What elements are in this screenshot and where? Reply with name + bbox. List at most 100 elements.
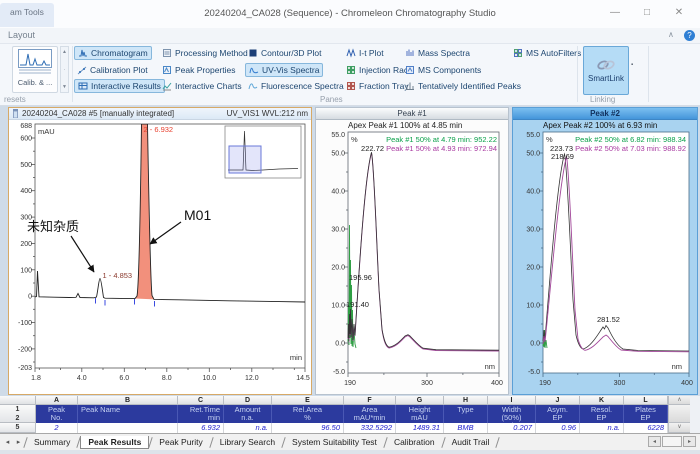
header-width-50[interactable]: Width (50%)min — [488, 405, 536, 423]
row-numbers-header[interactable]: 12 — [0, 405, 36, 423]
preset-spinner[interactable]: ▲ · ▼ — [60, 46, 69, 93]
peak2-panel[interactable]: Peak #2 Apex Peak #2 100% at 6.93 min 55… — [512, 107, 698, 395]
header-resol[interactable]: Resol.EP — [580, 405, 624, 423]
pane-button-ms-autofilters[interactable]: MS AutoFilters — [510, 46, 584, 60]
table-scroll-up-icon[interactable]: ∧ — [668, 396, 690, 405]
smartlink-chain-icon — [596, 58, 616, 72]
header-height[interactable]: HeightmAU — [396, 405, 444, 423]
col-letter[interactable]: I — [488, 396, 536, 405]
pane-button-tentatively-identified-peaks[interactable]: Tentatively Identified Peaks — [402, 79, 524, 93]
peak1-spectrum-plot[interactable]: Apex Peak #1 100% at 4.85 min 55.0 50.0 … — [316, 120, 508, 394]
cell-ret-time[interactable]: 6.932 — [178, 423, 224, 433]
cell-width-50[interactable]: 0.207 — [488, 423, 536, 433]
y-unit-label: mAU — [38, 127, 55, 136]
peak-results-table[interactable]: A B C D E F G H I J K L ∧ 12 PeakNo. Pea… — [0, 396, 690, 434]
spinner-down-icon[interactable]: ▼ — [62, 84, 67, 90]
cell-resol[interactable]: n.a. — [580, 423, 624, 433]
collapse-ribbon-icon[interactable]: ∧ — [668, 30, 674, 39]
corner-cell[interactable] — [0, 396, 36, 405]
menu-layout[interactable]: Layout — [8, 30, 35, 40]
row-number[interactable]: 5 — [0, 423, 36, 433]
tab-next-icon[interactable]: ▸ — [13, 437, 24, 448]
cell-height[interactable]: 1489.31 — [396, 423, 444, 433]
col-letter[interactable]: C — [178, 396, 224, 405]
peak2-spectrum-plot[interactable]: Apex Peak #2 100% at 6.93 min 55.0 50.0 … — [513, 120, 697, 394]
horizontal-scrollbar[interactable]: ◂ ▸ — [648, 436, 696, 447]
chromatogram-panel[interactable]: 20240204_CA028 #5 [manually integrated] … — [8, 107, 312, 395]
pane-button-processing-method[interactable]: Processing Method — [159, 46, 251, 60]
col-letter[interactable]: G — [396, 396, 444, 405]
help-icon[interactable]: ? — [684, 30, 695, 41]
preset-button-calibration[interactable]: Calib. & ... — [12, 46, 58, 93]
header-ret-time[interactable]: Ret.Timemin — [178, 405, 224, 423]
header-plates[interactable]: PlatesEP — [624, 405, 668, 423]
scrollbar-track[interactable] — [662, 436, 682, 447]
tab-prev-icon[interactable]: ◂ — [2, 437, 13, 448]
pane-button-it-plot[interactable]: I-t Plot — [343, 46, 387, 60]
scrollbar-right-icon[interactable]: ▸ — [683, 436, 696, 447]
scrollbar-left-icon[interactable]: ◂ — [648, 436, 661, 447]
col-letter[interactable]: A — [36, 396, 78, 405]
header-rel-area[interactable]: Rel.Area% — [272, 405, 344, 423]
table-scroll-track[interactable] — [668, 405, 690, 423]
tab-calibration[interactable]: Calibration — [387, 436, 442, 448]
cell-asym[interactable]: 0.96 — [536, 423, 580, 433]
col-letter[interactable]: D — [224, 396, 272, 405]
tab-system-suitability-test[interactable]: System Suitability Test — [285, 436, 384, 448]
spinner-up-icon[interactable]: ▲ — [62, 49, 67, 55]
peak2-panel-header[interactable]: Peak #2 — [513, 108, 697, 120]
col-letter[interactable]: J — [536, 396, 580, 405]
pane-button-peak-properties[interactable]: Peak Properties — [159, 63, 238, 77]
svg-text:1.8: 1.8 — [31, 375, 41, 382]
header-peak-name[interactable]: Peak Name — [78, 405, 178, 423]
pane-button-ms-components[interactable]: MS Components — [402, 63, 484, 77]
peak1-retention-label: 1 - 4.853 — [103, 271, 133, 280]
pane-button-mass-spectra[interactable]: Mass Spectra — [402, 46, 473, 60]
header-area[interactable]: AreamAU*min — [344, 405, 396, 423]
col-letter[interactable]: H — [444, 396, 488, 405]
pane-button-uv-vis-spectra[interactable]: UV-Vis Spectra — [245, 63, 323, 77]
peak1-panel-header[interactable]: Peak #1 — [316, 108, 508, 120]
smartlink-button[interactable]: SmartLink — [583, 46, 629, 95]
inset-zoom-region[interactable] — [229, 146, 261, 173]
peak1-panel[interactable]: Peak #1 Apex Peak #1 100% at 4.85 min 55… — [315, 107, 509, 395]
pane-button-chromatogram[interactable]: Chromatogram — [74, 46, 152, 60]
tab-peak-results[interactable]: Peak Results — [80, 436, 149, 449]
pane-button-fluorescence-spectra[interactable]: Fluorescence Spectra — [245, 79, 347, 93]
table-scroll-down-icon[interactable]: ∨ — [668, 423, 690, 433]
tab-library-search[interactable]: Library Search — [213, 436, 282, 448]
header-asym[interactable]: Asym.EP — [536, 405, 580, 423]
chromatogram-plot[interactable]: 688 600 500 400 300 200 100 0 -100 -200 … — [9, 120, 311, 394]
y-unit-label: % — [546, 135, 553, 144]
col-letter[interactable]: K — [580, 396, 624, 405]
header-amount[interactable]: Amountn.a. — [224, 405, 272, 423]
tab-audit-trail[interactable]: Audit Trail — [445, 436, 497, 448]
maximize-button[interactable]: □ — [636, 4, 658, 22]
cell-peak-no[interactable]: 2 — [36, 423, 78, 433]
pane-button-interactive-results[interactable]: Interactive Results — [74, 79, 165, 93]
pane-button-label: Tentatively Identified Peaks — [418, 81, 521, 91]
minimize-button[interactable]: — — [604, 4, 626, 22]
cell-type[interactable]: BMB — [444, 423, 488, 433]
tab-summary[interactable]: Summary — [27, 436, 77, 448]
cell-plates[interactable]: 6228 — [624, 423, 668, 433]
header-type[interactable]: Type — [444, 405, 488, 423]
header-peak-no[interactable]: PeakNo. — [36, 405, 78, 423]
col-letter[interactable]: F — [344, 396, 396, 405]
pane-button-interactive-charts[interactable]: Interactive Charts — [159, 79, 245, 93]
cell-amount[interactable]: n.a. — [224, 423, 272, 433]
close-button[interactable]: ✕ — [668, 4, 690, 22]
cell-peak-name[interactable] — [78, 423, 178, 433]
overview-inset[interactable] — [225, 126, 301, 178]
col-letter[interactable]: B — [78, 396, 178, 405]
x-axis-labels: 1.8 4.0 6.0 8.0 10.0 12.0 14.5 — [31, 375, 310, 382]
tab-peak-purity[interactable]: Peak Purity — [152, 436, 209, 448]
smartlink-dropdown-icon[interactable]: ▪ — [631, 62, 633, 68]
col-letter[interactable]: L — [624, 396, 668, 405]
col-letter[interactable]: E — [272, 396, 344, 405]
svg-text:4.0: 4.0 — [77, 375, 87, 382]
cell-rel-area[interactable]: 96.50 — [272, 423, 344, 433]
pane-button-calibration-plot[interactable]: Calibration Plot — [74, 63, 151, 77]
cell-area[interactable]: 332.5292 — [344, 423, 396, 433]
pane-button-contour-3d-plot[interactable]: Contour/3D Plot — [245, 46, 324, 60]
